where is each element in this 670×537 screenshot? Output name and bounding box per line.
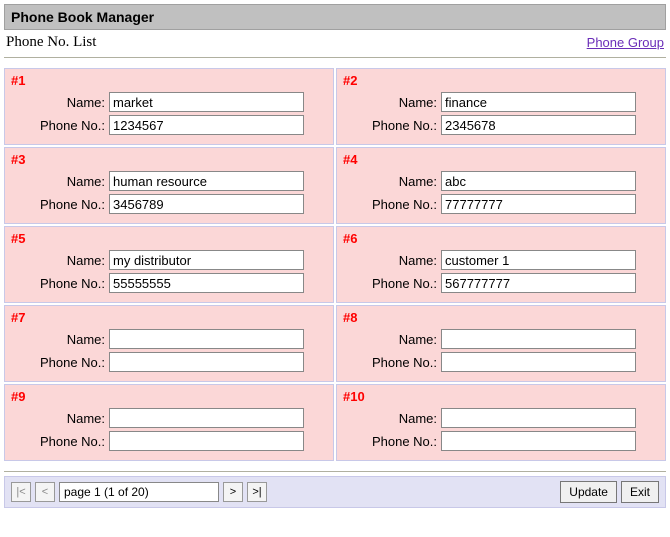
phone-input[interactable] [441,115,636,135]
entries-grid: #1 Name: Phone No.: #2 Name: Phone No.: #3 Name… [4,68,666,461]
entry-card: #2 Name: Phone No.: [336,68,666,145]
first-page-button[interactable]: |< [11,482,31,502]
phone-input[interactable] [441,431,636,451]
name-label: Name: [9,174,109,189]
name-label: Name: [9,411,109,426]
divider [4,471,666,472]
phone-label: Phone No.: [341,276,441,291]
sub-header: Phone No. List Phone Group [4,30,666,58]
phone-label: Phone No.: [9,276,109,291]
name-label: Name: [341,95,441,110]
name-label: Name: [341,174,441,189]
phone-group-link[interactable]: Phone Group [587,35,664,50]
entry-number: #9 [11,389,329,404]
name-input[interactable] [109,171,304,191]
page-input[interactable] [59,482,219,502]
name-input[interactable] [109,408,304,428]
entry-card: #3 Name: Phone No.: [4,147,334,224]
entry-card: #8 Name: Phone No.: [336,305,666,382]
name-input[interactable] [441,408,636,428]
entry-number: #7 [11,310,329,325]
entry-card: #6 Name: Phone No.: [336,226,666,303]
entry-number: #5 [11,231,329,246]
pager: |< < > >| [11,482,267,502]
entry-number: #1 [11,73,329,88]
entry-card: #5 Name: Phone No.: [4,226,334,303]
entry-card: #1 Name: Phone No.: [4,68,334,145]
phone-input[interactable] [109,352,304,372]
phone-label: Phone No.: [341,118,441,133]
name-input[interactable] [109,250,304,270]
name-input[interactable] [441,250,636,270]
name-input[interactable] [441,92,636,112]
list-label: Phone No. List [6,34,96,51]
entry-card: #7 Name: Phone No.: [4,305,334,382]
entry-number: #3 [11,152,329,167]
name-label: Name: [341,253,441,268]
phone-input[interactable] [441,194,636,214]
name-input[interactable] [441,171,636,191]
entry-number: #2 [343,73,661,88]
entry-number: #10 [343,389,661,404]
name-label: Name: [9,253,109,268]
phone-label: Phone No.: [9,434,109,449]
name-input[interactable] [109,329,304,349]
action-buttons: Update Exit [560,481,659,503]
name-label: Name: [341,411,441,426]
phone-label: Phone No.: [9,118,109,133]
phone-label: Phone No.: [9,197,109,212]
entry-number: #8 [343,310,661,325]
entry-card: #9 Name: Phone No.: [4,384,334,461]
name-label: Name: [341,332,441,347]
last-page-button[interactable]: >| [247,482,267,502]
prev-page-button[interactable]: < [35,482,55,502]
name-input[interactable] [441,329,636,349]
update-button[interactable]: Update [560,481,617,503]
phone-input[interactable] [109,115,304,135]
page-title: Phone Book Manager [4,4,666,30]
entry-card: #10 Name: Phone No.: [336,384,666,461]
name-input[interactable] [109,92,304,112]
name-label: Name: [9,95,109,110]
phone-label: Phone No.: [341,434,441,449]
name-label: Name: [9,332,109,347]
phone-input[interactable] [441,352,636,372]
phone-input[interactable] [109,431,304,451]
exit-button[interactable]: Exit [621,481,659,503]
phone-input[interactable] [441,273,636,293]
phone-input[interactable] [109,194,304,214]
phone-label: Phone No.: [9,355,109,370]
phone-label: Phone No.: [341,197,441,212]
footer-bar: |< < > >| Update Exit [4,476,666,508]
entry-number: #4 [343,152,661,167]
entry-card: #4 Name: Phone No.: [336,147,666,224]
phone-label: Phone No.: [341,355,441,370]
phone-input[interactable] [109,273,304,293]
entry-number: #6 [343,231,661,246]
next-page-button[interactable]: > [223,482,243,502]
